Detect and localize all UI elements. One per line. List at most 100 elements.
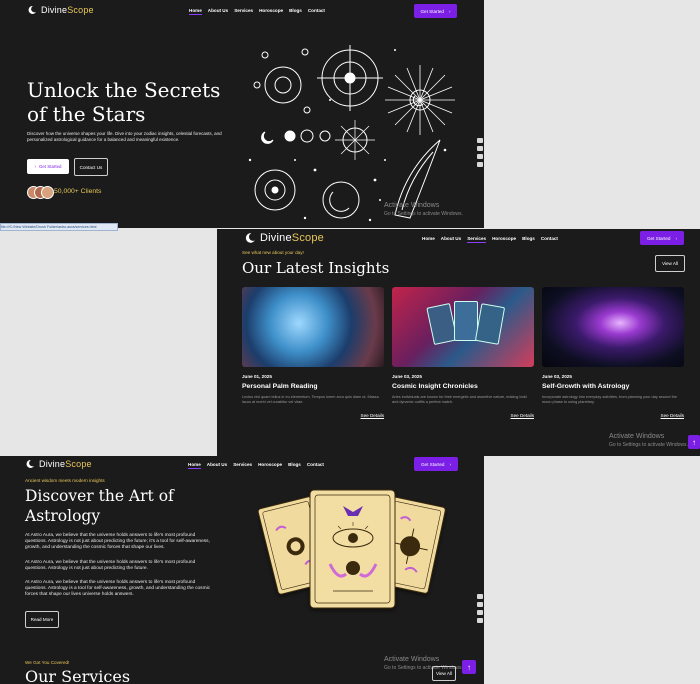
nav-horoscope[interactable]: Horoscope xyxy=(258,462,282,469)
nav-about[interactable]: About Us xyxy=(207,462,227,469)
see-details-link[interactable]: See Details xyxy=(242,413,385,418)
nebula-image xyxy=(542,287,684,367)
nav-horoscope[interactable]: Horoscope xyxy=(492,236,516,243)
side-toolbar xyxy=(477,594,483,623)
scroll-top-button[interactable]: ↑ xyxy=(688,435,700,449)
brand-name-accent: Scope xyxy=(67,5,94,15)
activate-windows-notice: Activate Windows Go to Settings to activ… xyxy=(384,202,463,218)
card-title: Cosmic Insight Chronicles xyxy=(392,383,478,390)
card-date: June 03, 2025 xyxy=(392,374,422,379)
brand-logo[interactable]: DivineScope xyxy=(25,459,92,469)
nav-about[interactable]: About Us xyxy=(208,8,228,15)
activate-subtitle: Go to Settings to activate Windows. xyxy=(609,442,688,448)
brand-name-accent: Scope xyxy=(291,232,324,244)
moon-logo-icon xyxy=(26,459,34,468)
nav-blogs[interactable]: Blogs xyxy=(288,462,301,469)
contact-us-button[interactable]: Contact Us xyxy=(74,158,108,176)
hero-get-started-label: Get Started xyxy=(39,164,62,169)
insights-kicker: See what new about your day! xyxy=(242,250,304,255)
camera-icon[interactable] xyxy=(477,594,483,599)
nav-about[interactable]: About Us xyxy=(441,236,461,243)
nav-home[interactable]: Home xyxy=(189,8,202,15)
nav-home[interactable]: Home xyxy=(188,462,201,469)
hero-description: Discover how the universe shapes your li… xyxy=(27,131,222,142)
hero-get-started-button[interactable]: › Get Started xyxy=(27,159,69,174)
nav-contact[interactable]: Contact xyxy=(541,236,558,243)
nav-services[interactable]: Services xyxy=(234,8,253,15)
nav-home[interactable]: Home xyxy=(422,236,435,243)
nav-links: Home About Us Services Horoscope Blogs C… xyxy=(189,8,325,15)
gear-icon[interactable] xyxy=(477,162,483,167)
view-all-button[interactable]: View All xyxy=(655,255,685,272)
card-description: Incorporate astrology into everyday acti… xyxy=(542,395,677,404)
gear-icon[interactable] xyxy=(477,618,483,623)
activate-subtitle: Go to Settings to activate Windows. xyxy=(384,211,463,217)
nav-contact[interactable]: Contact xyxy=(307,462,324,469)
nav-get-started-button[interactable]: Get Started › xyxy=(640,231,684,245)
activate-title: Activate Windows xyxy=(609,433,665,440)
see-details-link[interactable]: See Details xyxy=(542,413,685,418)
nav-contact[interactable]: Contact xyxy=(308,8,325,15)
nav-get-started-label: Get Started xyxy=(420,461,445,467)
nav-horoscope[interactable]: Horoscope xyxy=(259,8,283,15)
insight-card[interactable]: June 03, 2025 Self-Growth with Astrology… xyxy=(542,287,684,418)
art-kicker: Ancient wisdom meets modern insights xyxy=(25,478,105,483)
nav-services[interactable]: Services xyxy=(233,462,252,469)
nav-get-started-button[interactable]: Get Started › xyxy=(414,4,457,18)
read-more-button[interactable]: Read More xyxy=(25,611,59,628)
see-details-link[interactable]: See Details xyxy=(392,413,535,418)
insight-card[interactable]: June 03, 2025 Cosmic Insight Chronicles … xyxy=(392,287,534,418)
avatar xyxy=(41,186,54,199)
chevron-right-icon: › xyxy=(675,235,678,241)
nav-links: Home About Us Services Horoscope Blogs C… xyxy=(188,462,324,469)
nav-blogs[interactable]: Blogs xyxy=(289,8,302,15)
card-title: Self-Growth with Astrology xyxy=(542,383,630,390)
moon-logo-icon xyxy=(245,233,255,243)
arrow-up-icon: ↑ xyxy=(692,437,696,447)
brand-name: Divine xyxy=(41,5,68,15)
status-bar-url: file:///C:/New Website/Drush Folder/astr… xyxy=(0,223,118,231)
scroll-top-button[interactable]: ↑ xyxy=(462,660,476,674)
top-nav: DivineScope Home About Us Services Horos… xyxy=(0,0,484,22)
art-paragraph-2: At Astro Aura, we believe that the unive… xyxy=(25,560,196,572)
activate-windows-notice: Activate Windows Go to Settings to activ… xyxy=(609,433,688,449)
hero-panel: DivineScope Home About Us Services Horos… xyxy=(0,0,484,228)
read-more-label: Read More xyxy=(30,617,54,622)
crystal-ball-image xyxy=(242,287,384,367)
chevron-right-icon: › xyxy=(448,8,451,14)
document-icon[interactable] xyxy=(477,154,483,159)
insight-card[interactable]: June 01, 2025 Personal Palm Reading Lect… xyxy=(242,287,384,418)
card-date: June 01, 2025 xyxy=(242,374,272,379)
services-view-all-button[interactable]: View All xyxy=(432,666,456,681)
art-heading: Discover the Art of Astrology xyxy=(25,487,174,525)
view-all-label: View All xyxy=(661,261,678,266)
nav-get-started-label: Get Started xyxy=(646,235,671,241)
activate-title: Activate Windows xyxy=(384,202,440,209)
card-title: Personal Palm Reading xyxy=(242,383,318,390)
astrology-panel: DivineScope Home About Us Services Horos… xyxy=(0,456,484,684)
chat-icon[interactable] xyxy=(477,146,483,151)
nav-links: Home About Us Services Horoscope Blogs C… xyxy=(422,236,558,243)
nav-blogs[interactable]: Blogs xyxy=(522,236,535,243)
chat-icon[interactable] xyxy=(477,602,483,607)
card-description: Aries individuals are known for their en… xyxy=(392,395,527,404)
hero-title: Unlock the Secrets of the Stars xyxy=(27,78,221,126)
view-all-label: View All xyxy=(435,671,452,676)
moon-logo-icon xyxy=(28,5,36,14)
nav-services[interactable]: Services xyxy=(467,236,487,243)
document-icon[interactable] xyxy=(477,610,483,615)
art-paragraph-3: At Astro Aura, we believe that the unive… xyxy=(25,580,211,598)
insights-panel: DivineScope Home About Us Services Horos… xyxy=(217,229,700,456)
clients-count: 50,000+ Clients xyxy=(54,188,102,195)
brand-logo[interactable]: DivineScope xyxy=(244,232,324,244)
card-description: Lectus nisi quam tellus in eu elementum.… xyxy=(242,395,379,404)
chevron-right-icon: › xyxy=(449,461,452,467)
services-heading: Our Services xyxy=(25,667,131,684)
nav-get-started-button[interactable]: Get Started › xyxy=(414,457,458,471)
client-avatars xyxy=(27,186,54,199)
contact-us-label: Contact Us xyxy=(79,164,103,170)
camera-icon[interactable] xyxy=(477,138,483,143)
art-paragraph-1: At Astro Aura, we believe that the unive… xyxy=(25,533,210,551)
tarot-cards-image xyxy=(392,287,534,367)
brand-logo[interactable]: DivineScope xyxy=(27,5,94,15)
